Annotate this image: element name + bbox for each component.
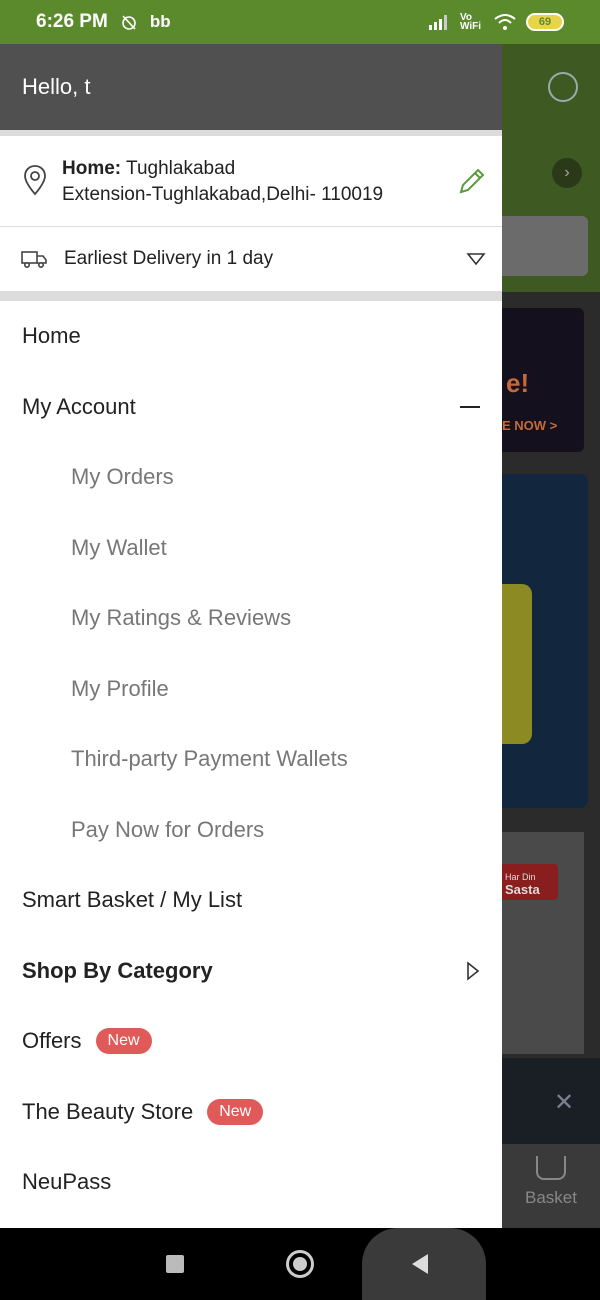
vowifi-label: Vo WiFi [460,12,482,32]
menu-item-beauty-store[interactable]: The Beauty Store New [0,1077,502,1148]
menu-item-label: The Beauty Store [22,1098,194,1124]
navigation-drawer: Hello, t Home: Tughlakabad Extension-Tug… [0,44,502,1228]
status-bar: 6:26 PM bb Vo WiFi 69 [0,0,600,44]
banner-text: e! [506,368,530,398]
home-button[interactable] [286,1250,314,1278]
brand-logo: Har Din Sasta [502,864,558,900]
menu-item-third-party-wallets[interactable]: Third-party Payment Wallets [0,724,502,795]
expand-triangle-icon[interactable] [466,961,480,981]
background-search-bar [502,216,588,276]
app-notification-icon: bb [149,12,171,31]
menu-item-neupass[interactable]: NeuPass [0,1147,502,1218]
address-line1: Tughlakabad [121,158,236,179]
back-button[interactable] [362,1228,486,1300]
menu-item-label: Shop By Category [22,957,213,983]
signal-icon [429,15,447,30]
new-badge: New [207,1098,264,1125]
menu-item-pay-now[interactable]: Pay Now for Orders [0,795,502,866]
menu-item-my-profile[interactable]: My Profile [0,654,502,725]
alarm-off-icon [122,15,136,30]
menu-item-label: My Ratings & Reviews [71,605,292,631]
drawer-header: Hello, t [0,44,502,130]
collapse-minus-icon[interactable] [460,405,480,408]
basket-label: Basket [525,1188,577,1207]
menu-item-label: Smart Basket / My List [22,887,243,913]
close-icon: ✕ [554,1089,575,1116]
divider [0,291,502,301]
menu-item-label: Home [22,323,81,349]
banner-cta: E NOW > [502,418,558,433]
location-pin-icon [24,165,46,196]
background-header: › [502,44,600,292]
menu-item-my-account[interactable]: My Account [0,372,502,443]
menu-item-my-orders[interactable]: My Orders [0,442,502,513]
dropdown-triangle-icon[interactable] [466,252,486,266]
greeting: Hello, t [22,74,91,99]
background-app: › e! E NOW > Har Din Sasta ✕ Basket [502,44,600,1228]
back-arrow-icon [412,1254,428,1274]
menu-item-my-ratings[interactable]: My Ratings & Reviews [0,583,502,654]
menu-item-label: Third-party Payment Wallets [71,746,348,772]
delivery-truck-icon [21,251,47,269]
brand-logo-top: Har Din [505,872,536,882]
address-text: Home: Tughlakabad Extension-Tughlakabad,… [62,156,456,208]
menu-item-label: My Profile [71,675,169,701]
menu-item-label: NeuPass [22,1169,112,1195]
menu-item-offers[interactable]: Offers New [0,1006,502,1077]
system-navigation-bar [0,1228,600,1300]
delivery-address[interactable]: Home: Tughlakabad Extension-Tughlakabad,… [0,136,502,227]
menu-item-shop-by-category[interactable]: Shop By Category [0,936,502,1007]
menu-item-label: Pay Now for Orders [71,816,265,842]
menu-item-label: My Account [22,393,136,419]
wifi-icon [494,14,516,30]
edit-pencil-icon[interactable] [456,166,488,196]
new-badge: New [95,1028,152,1055]
background-banner: e! E NOW > [502,308,584,452]
menu-item-label: My Wallet [71,534,167,560]
menu-item-home[interactable]: Home [0,301,502,372]
menu-item-smart-basket[interactable]: Smart Basket / My List [0,865,502,936]
delivery-slot-selector[interactable]: Earliest Delivery in 1 day [0,227,502,291]
background-product-banner [502,474,588,808]
background-notification-bar: ✕ [502,1058,600,1144]
product-bottle-image [502,584,532,744]
basket-tab: Basket [502,1144,600,1228]
background-product-card: Har Din Sasta [502,832,584,1054]
basket-icon [536,1156,566,1180]
brand-logo-name: Sasta [505,882,540,897]
menu-item-my-wallet[interactable]: My Wallet [0,513,502,584]
recents-button[interactable] [166,1255,184,1273]
battery-icon: 69 [526,13,564,31]
chevron-right-icon: › [552,158,582,188]
menu-item-label: My Orders [71,464,174,490]
profile-icon [548,72,578,102]
status-time: 6:26 PM [36,11,108,32]
menu-item-label: Offers [22,1028,82,1054]
address-label: Home: [62,158,122,179]
address-line2: Extension-Tughlakabad,Delhi- 110019 [62,184,384,205]
delivery-text: Earliest Delivery in 1 day [64,248,274,269]
